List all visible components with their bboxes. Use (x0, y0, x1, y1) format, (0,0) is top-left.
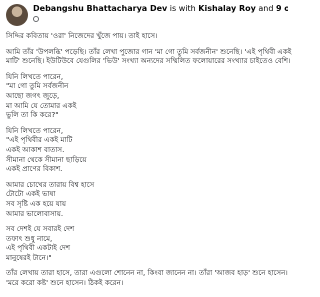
stanza-3-line-1: আমার চোখের তারায় বিশ্ব হাসে (6, 179, 95, 189)
stanza-1-line-5: ভুলি তা কি করে?" (6, 110, 59, 120)
tagged-person[interactable]: Kishalay Roy (198, 4, 256, 13)
others-link[interactable]: 9 others (276, 4, 288, 13)
stanza-3-line-4: আমার ভালোবাসায়. (6, 208, 64, 218)
paragraph-2: আমি তাঁর 'উপলব্ধি' পড়েছি। তাঁর লেখা পুজ… (6, 46, 292, 66)
stanza-3-line-3: সব সৃষ্টি এক হয়ে যায় (6, 198, 67, 208)
author-name[interactable]: Debangshu Bhattacharya Dev (33, 4, 167, 13)
stanza-1-line-4: মা আমি যে তোমার একই (6, 100, 77, 110)
stanza-1-line-3: আছো জগৎ জুড়ে, (6, 90, 60, 100)
post-content: সিদ্দির কবিতায় 'ওরা' নিজেদের খুঁজে পায়… (6, 31, 294, 288)
stanza-2-line-1: যিনি লিখতে পারেন, (6, 125, 64, 135)
stanza-4-line-3: এই পৃথিবী একটাই দেশ (6, 243, 71, 253)
stanza-2-line-4: সীমানা থেকে সীমানা ছাড়িয়ে (6, 154, 87, 164)
stanza-2-line-3: একই আকাশ বাতাস. (6, 144, 65, 154)
post-meta (33, 14, 288, 24)
post-header: Debangshu Bhattacharya Dev is with Kisha… (6, 3, 294, 29)
post-header-text: Debangshu Bhattacharya Dev is with Kisha… (33, 3, 288, 24)
stanza-1-line-2: "মা গো তুমি সর্বজনীন (6, 81, 69, 91)
stanza-4-line-1: সব দেশই যে সবারই দেশ (6, 224, 75, 234)
stanza-1-line-1: যিনি লিখতে পারেন, (6, 71, 64, 81)
stanza-3-line-2: টোটো একই ভাষা (6, 189, 56, 199)
author-avatar[interactable] (6, 4, 28, 26)
stanza-4-line-2: তফাৎ শুধু নামে, (6, 233, 53, 243)
paragraph-1: সিদ্দির কবিতায় 'ওরা' নিজেদের খুঁজে পায়… (6, 31, 158, 40)
with-text: is with (167, 4, 199, 13)
stanza-2-line-2: "এই পৃথিবীর একই মাটি (6, 135, 73, 145)
closing-paragraph: তাঁর লেখায় তারা হাসে, তারা এগুলো শোনেন … (6, 268, 288, 288)
facebook-post: Debangshu Bhattacharya Dev is with Kisha… (0, 0, 300, 297)
globe-icon (33, 16, 39, 22)
stanza-4-line-4: মানুষেরই টানে।" (6, 252, 52, 262)
and-text: and (255, 4, 276, 13)
stanza-2-line-5: একই প্রাণের বিকাশ. (6, 164, 63, 174)
